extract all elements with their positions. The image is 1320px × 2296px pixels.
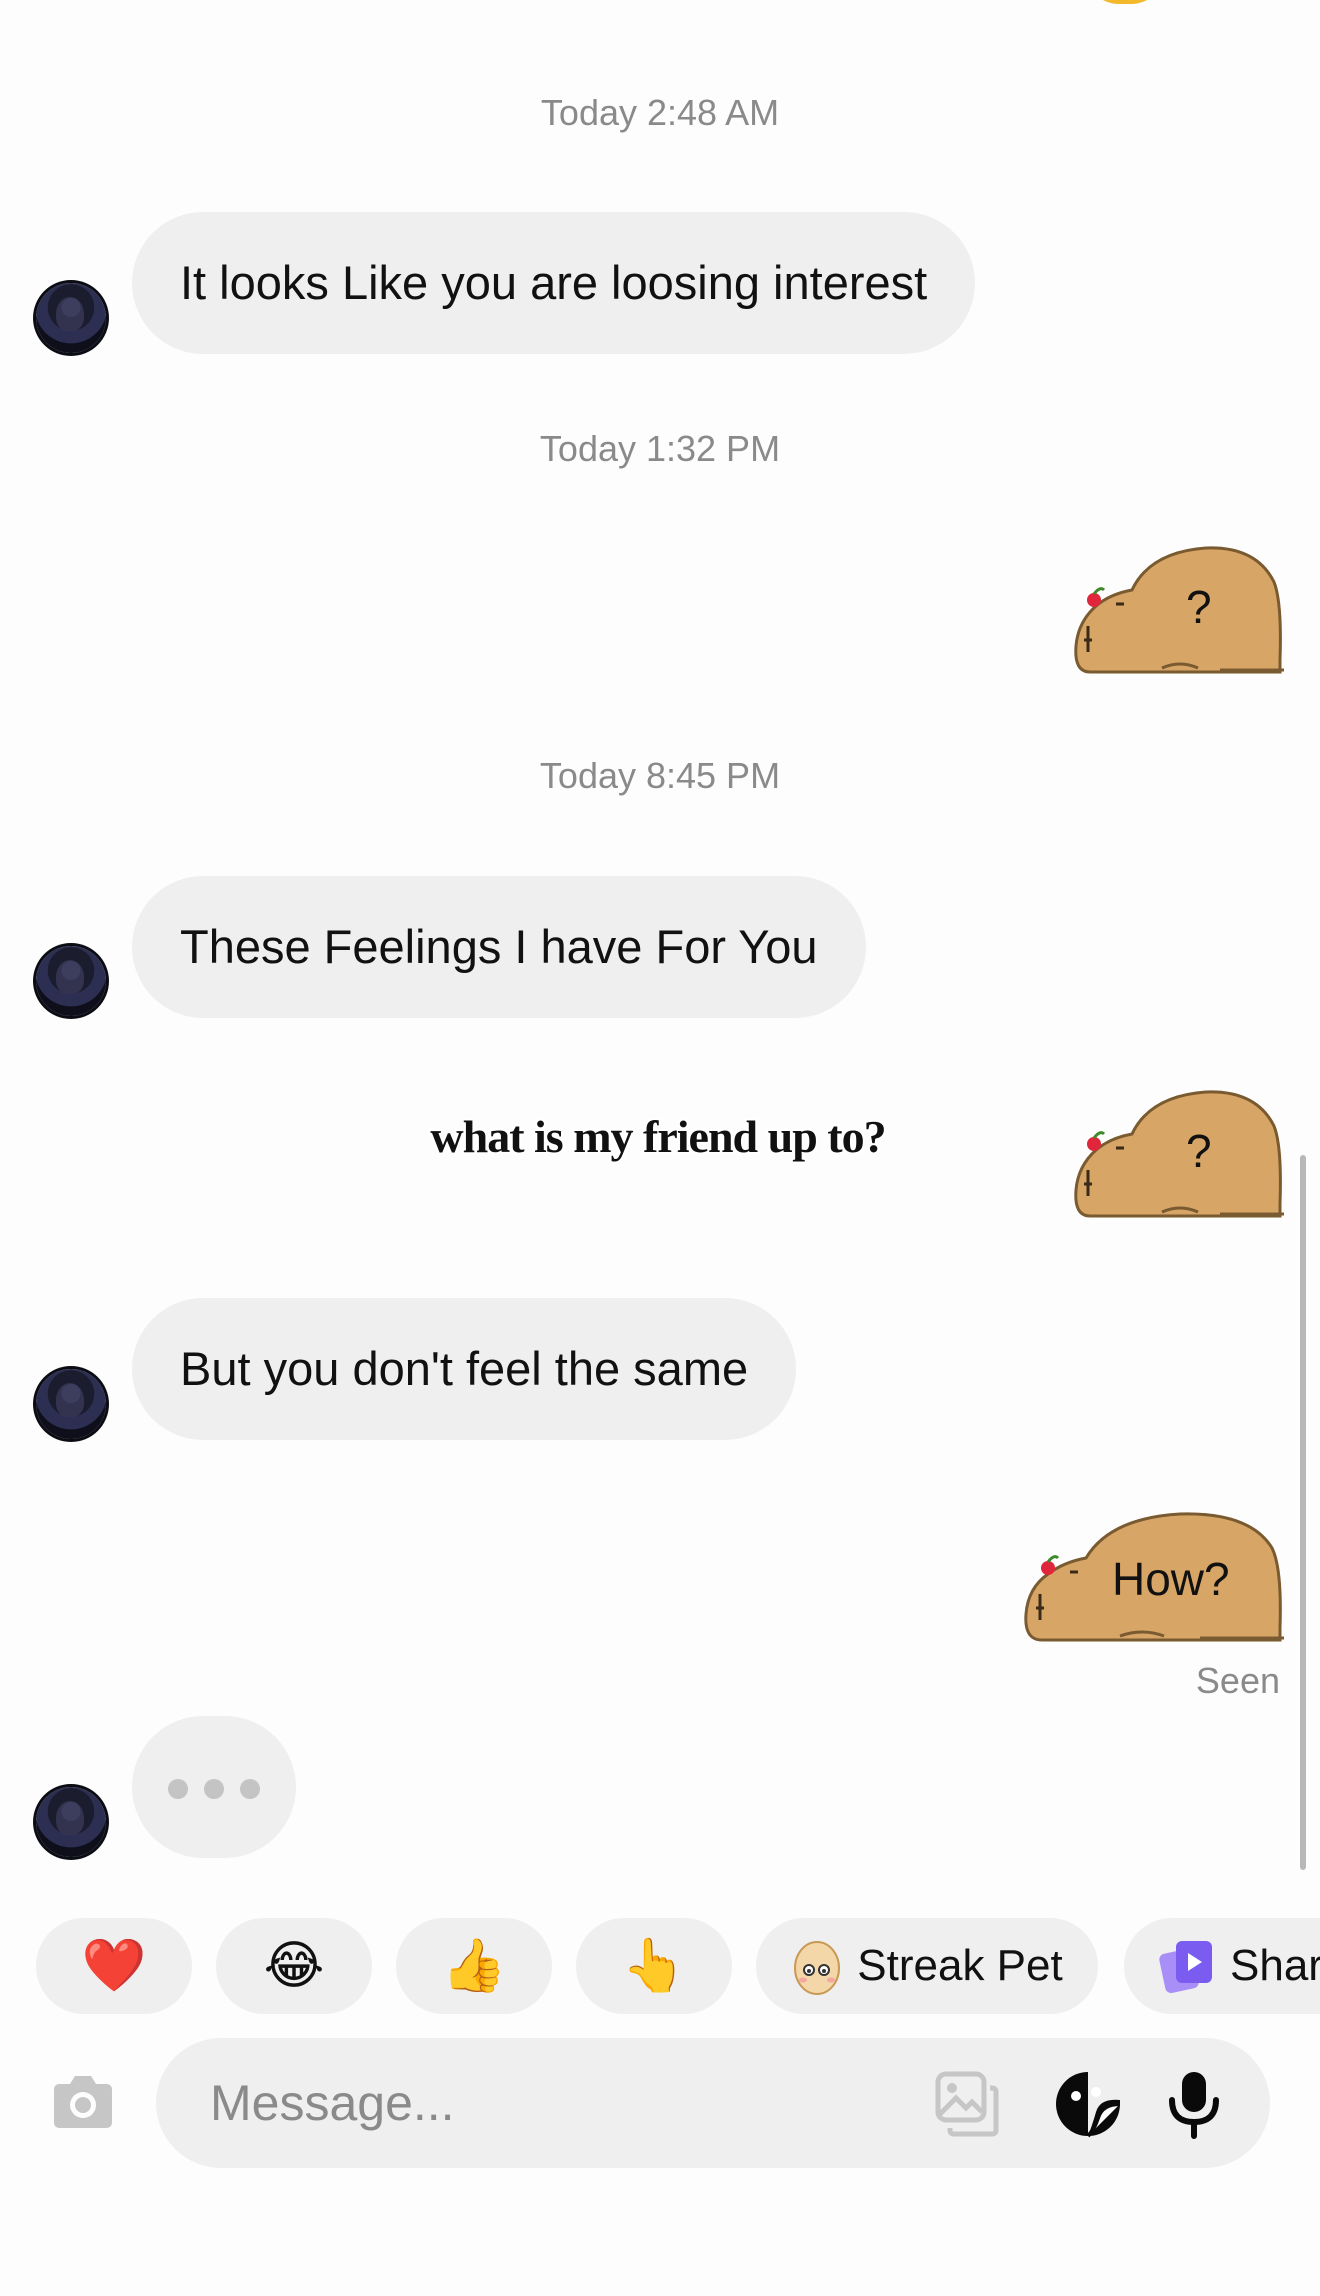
quick-reaction-point[interactable]: 👆 bbox=[576, 1918, 732, 2014]
sticker-icon bbox=[1056, 2072, 1121, 2138]
message-input[interactable] bbox=[210, 2038, 910, 2168]
share-label: Shar bbox=[1230, 1941, 1320, 1990]
share-button[interactable]: Shar bbox=[1124, 1918, 1320, 2014]
capybara-icon bbox=[1074, 1090, 1284, 1218]
timestamp: Today 8:45 PM bbox=[539, 755, 781, 796]
typing-dot bbox=[204, 1779, 224, 1799]
timestamp: Today 1:32 PM bbox=[539, 428, 781, 469]
timestamp: Today 2:48 AM bbox=[540, 92, 780, 133]
share-icon bbox=[1159, 1941, 1212, 1993]
incoming-message-bubble[interactable]: These Feelings I have For You bbox=[132, 876, 866, 1018]
thumbs-up-emoji: 👍 bbox=[441, 1936, 507, 1996]
tears-of-joy-emoji: 😂 bbox=[263, 1936, 325, 1996]
overlay-caption: what is my friend up to? bbox=[430, 1111, 886, 1162]
streak-pet-button[interactable]: Streak Pet bbox=[756, 1918, 1098, 2014]
red-heart-emoji: ❤️ bbox=[81, 1936, 147, 1996]
sticker-caption: ? bbox=[1186, 1125, 1212, 1177]
quick-reaction-heart[interactable]: ❤️ bbox=[36, 1918, 192, 2014]
sticker-caption: ? bbox=[1186, 581, 1212, 633]
quick-reaction-laugh[interactable]: 😂 bbox=[216, 1918, 372, 2014]
egg-icon bbox=[794, 1941, 841, 1995]
sender-avatar[interactable] bbox=[36, 946, 106, 1016]
capybara-sticker[interactable]: How? bbox=[1020, 1508, 1288, 1650]
sticker-button[interactable] bbox=[1052, 2068, 1124, 2140]
incoming-message-bubble[interactable]: It looks Like you are loosing interest bbox=[132, 212, 976, 354]
streak-pet-label: Streak Pet bbox=[857, 1941, 1063, 1990]
scrollbar[interactable] bbox=[1300, 1155, 1306, 1870]
microphone-icon bbox=[1169, 2072, 1219, 2139]
sticker-caption: How? bbox=[1112, 1553, 1230, 1605]
sender-avatar[interactable] bbox=[36, 1787, 106, 1857]
typing-indicator bbox=[132, 1716, 296, 1858]
emoji-fragment bbox=[1085, 0, 1165, 4]
capybara-sticker[interactable]: ? bbox=[1070, 1086, 1288, 1226]
typing-dot bbox=[240, 1779, 260, 1799]
typing-dot bbox=[168, 1779, 188, 1799]
message-composer[interactable] bbox=[156, 2038, 1270, 2168]
camera-icon bbox=[54, 2076, 112, 2128]
microphone-button[interactable] bbox=[1158, 2068, 1230, 2140]
seen-status: Seen bbox=[1195, 1660, 1280, 1701]
gallery-button[interactable] bbox=[932, 2070, 1002, 2140]
pointing-up-emoji: 👆 bbox=[621, 1936, 687, 1996]
sender-avatar[interactable] bbox=[36, 283, 106, 353]
capybara-icon bbox=[1074, 546, 1284, 674]
sender-avatar[interactable] bbox=[36, 1369, 106, 1439]
gallery-icon bbox=[935, 2071, 999, 2137]
incoming-message-bubble[interactable]: But you don't feel the same bbox=[132, 1298, 797, 1440]
camera-button[interactable] bbox=[46, 2066, 120, 2140]
capybara-sticker[interactable]: ? bbox=[1070, 542, 1288, 682]
quick-reaction-thumbs-up[interactable]: 👍 bbox=[396, 1918, 552, 2014]
